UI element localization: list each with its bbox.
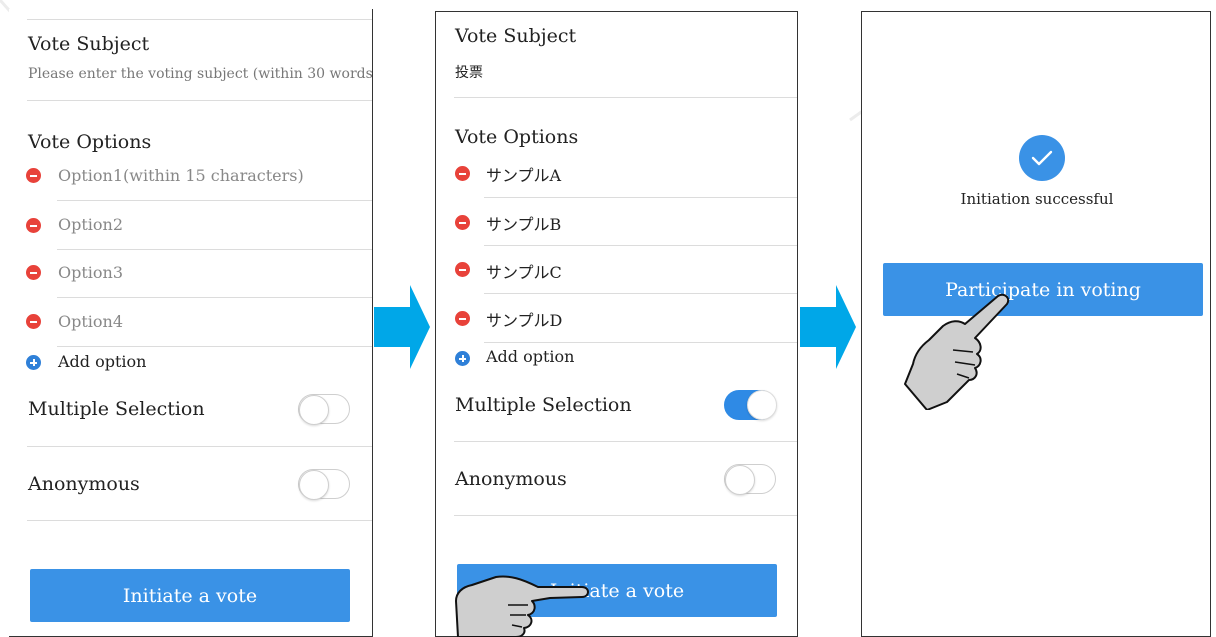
- vote-subject-input[interactable]: Please enter the voting subject (within …: [28, 66, 372, 82]
- divider: [484, 293, 797, 294]
- vote-options-heading: Vote Options: [28, 131, 152, 153]
- option-input[interactable]: Option1(within 15 characters): [58, 166, 304, 185]
- vote-options-heading: Vote Options: [455, 126, 579, 148]
- option-input[interactable]: サンプルC: [486, 259, 562, 283]
- option-input[interactable]: Option4: [58, 312, 123, 331]
- anonymous-toggle[interactable]: [298, 469, 350, 500]
- pointing-hand-icon: [455, 575, 589, 637]
- option-input[interactable]: Option2: [58, 215, 123, 234]
- minus-circle-icon[interactable]: [26, 314, 41, 329]
- option-input[interactable]: サンプルA: [486, 162, 561, 186]
- vote-subject-input[interactable]: 投票: [455, 62, 483, 82]
- add-option-link[interactable]: Add option: [58, 352, 146, 371]
- option-input[interactable]: サンプルD: [486, 307, 562, 331]
- plus-circle-icon[interactable]: [26, 355, 41, 370]
- divider: [57, 200, 372, 201]
- initiate-vote-button[interactable]: Initiate a vote: [30, 569, 350, 622]
- minus-circle-icon[interactable]: [455, 262, 470, 277]
- multiple-selection-label: Multiple Selection: [28, 398, 205, 420]
- divider: [57, 346, 372, 347]
- success-message: Initiation successful: [960, 190, 1114, 208]
- option-input[interactable]: Option3: [58, 263, 123, 282]
- right-arrow-icon: [800, 285, 856, 369]
- divider: [454, 515, 797, 516]
- divider: [27, 19, 372, 20]
- divider: [57, 297, 372, 298]
- vote-form-filled-screen: Vote Subject 投票 Vote Options サンプルA サンプルB…: [435, 11, 798, 637]
- pointing-hand-icon: [904, 293, 1010, 410]
- vote-subject-heading: Vote Subject: [455, 25, 577, 47]
- multiple-selection-toggle[interactable]: [298, 394, 350, 425]
- minus-circle-icon[interactable]: [26, 265, 41, 280]
- divider: [27, 446, 372, 447]
- anonymous-label: Anonymous: [455, 468, 567, 490]
- divider: [27, 100, 372, 101]
- divider: [484, 245, 797, 246]
- minus-circle-icon[interactable]: [26, 218, 41, 233]
- add-option-link[interactable]: Add option: [486, 347, 574, 366]
- vote-form-empty-screen: Vote Subject Please enter the voting sub…: [9, 9, 373, 637]
- check-circle-icon: [1019, 135, 1065, 181]
- divider: [57, 249, 372, 250]
- minus-circle-icon[interactable]: [455, 215, 470, 230]
- multiple-selection-label: Multiple Selection: [455, 394, 632, 416]
- divider: [484, 197, 797, 198]
- divider: [27, 520, 372, 521]
- option-input[interactable]: サンプルB: [486, 211, 561, 235]
- vote-subject-heading: Vote Subject: [28, 33, 150, 55]
- divider: [454, 441, 797, 442]
- minus-circle-icon[interactable]: [455, 311, 470, 326]
- anonymous-label: Anonymous: [28, 473, 140, 495]
- divider: [454, 97, 797, 98]
- anonymous-toggle[interactable]: [724, 464, 776, 495]
- minus-circle-icon[interactable]: [26, 168, 41, 183]
- plus-circle-icon[interactable]: [455, 351, 470, 366]
- divider: [484, 342, 797, 343]
- right-arrow-icon: [374, 285, 430, 369]
- multiple-selection-toggle[interactable]: [724, 390, 777, 420]
- minus-circle-icon[interactable]: [455, 166, 470, 181]
